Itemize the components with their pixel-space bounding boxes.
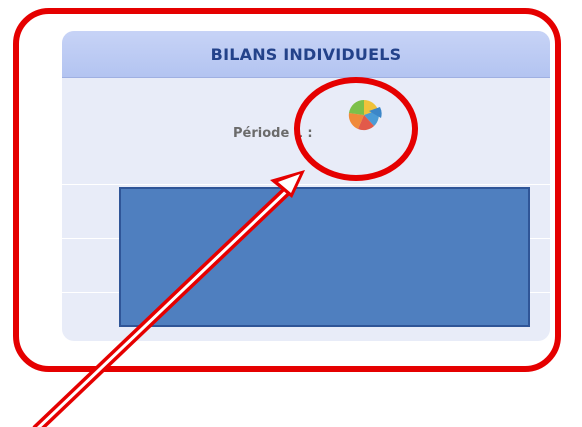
screenshot-stage: BILANS INDIVIDUELS Période 1 : [0, 0, 582, 427]
pointer-arrow-icon [32, 170, 305, 427]
